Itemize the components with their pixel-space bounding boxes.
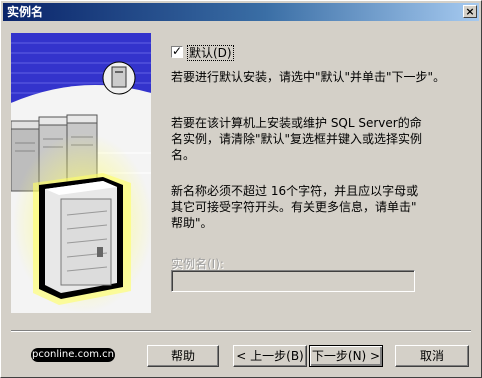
instructions-text-3-line3: 帮助"。 [171, 216, 213, 230]
instructions-paragraph-2: 若要在该计算机上安装或维护 SQL Server的命 名实例，请清除"默认"复选… [171, 115, 461, 163]
window-title: 实例名 [7, 5, 44, 19]
instructions-paragraph-3: 新名称必须不超过 16个字符，并且应以字母或 其它可接受字符开头。有关更多信息，… [171, 183, 461, 231]
server-illustration [11, 33, 151, 313]
footer-divider [11, 330, 471, 332]
back-button[interactable]: < 上一步(B) [233, 345, 307, 367]
instance-name-input[interactable] [171, 270, 415, 292]
instructions-text-3-line2: 其它可接受字符开头。有关更多信息，请单击" [171, 200, 417, 214]
cancel-button[interactable]: 取消 [395, 345, 469, 367]
default-instance-label[interactable]: 默认(D) [187, 45, 234, 61]
dialog-window: 实例名 × ✓ 默认(D) 若要进行默认安装，请选中"默认"并单击"下一步"。 … [0, 0, 482, 378]
next-button[interactable]: 下一步(N) > [309, 345, 383, 367]
instructions-text-2-line1: 若要在该计算机上安装或维护 SQL Server的命 [171, 116, 422, 130]
server-illustration-svg [11, 33, 151, 313]
instructions-text-1: 若要进行默认安装，请选中"默认"并单击"下一步"。 [171, 70, 446, 84]
instructions-text-2-line3: 名。 [171, 148, 196, 162]
instructions-text-3-line1: 新名称必须不超过 16个字符，并且应以字母或 [171, 184, 419, 198]
close-button[interactable]: × [463, 5, 477, 18]
globe-icon [102, 61, 136, 95]
title-bar[interactable]: 实例名 × [3, 3, 479, 21]
instructions-text-2-line2: 名实例，请清除"默认"复选框并键入或选择实例 [171, 132, 423, 146]
default-instance-checkbox[interactable]: ✓ [171, 44, 183, 58]
instructions-paragraph-1: 若要进行默认安装，请选中"默认"并单击"下一步"。 [171, 69, 461, 85]
main-server-icon [33, 173, 131, 305]
help-button[interactable]: 帮助 [147, 345, 219, 367]
watermark-badge: pconline.com.cn [31, 348, 115, 362]
checkmark-icon: ✓ [172, 44, 183, 58]
